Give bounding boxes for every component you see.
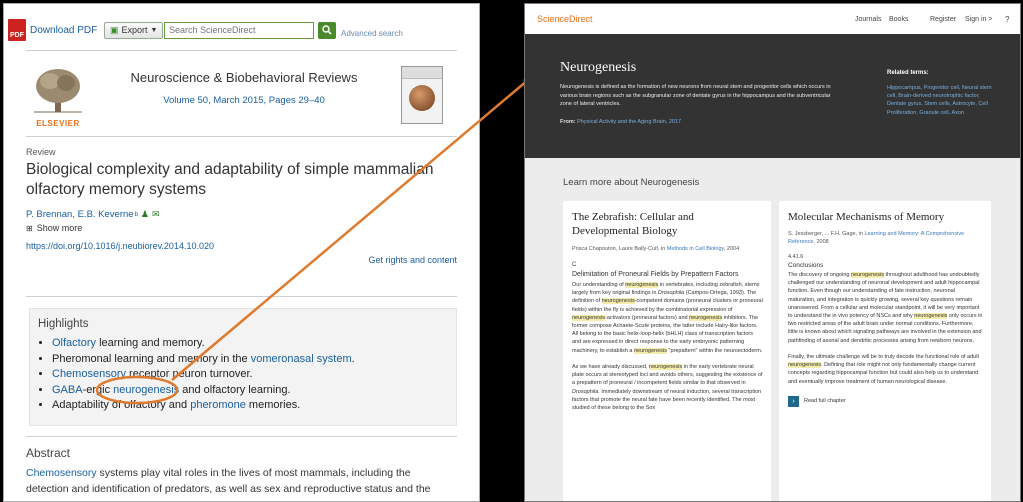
card-subheading: Conclusions: [788, 262, 824, 269]
highlight-item: Chemosensory receptor neuron turnover.: [52, 367, 456, 383]
card-title[interactable]: Molecular Mechanisms of Memory: [788, 210, 983, 224]
journal-cover-image[interactable]: [401, 66, 443, 124]
highlight-item: Pheromonal learning and memory in the vo…: [52, 352, 456, 368]
export-label: Export: [121, 25, 148, 35]
gaba-link[interactable]: GABA: [52, 384, 83, 396]
article-page-screenshot: PDF Download PDF ▣Export▼ Advanced searc…: [3, 3, 480, 502]
card-section: 4.41.6: [788, 254, 804, 260]
chapter-card-memory: Molecular Mechanisms of Memory S. Jessbe…: [779, 201, 991, 501]
related-terms-links[interactable]: Hippocampus, Progenitor cell, Neural ste…: [887, 84, 997, 117]
search-icon: [322, 25, 332, 35]
volume-link[interactable]: Volume 50, March 2015, Pages 29–40: [99, 95, 389, 106]
article-title: Biological complexity and adaptability o…: [26, 161, 434, 198]
nav-sign-in[interactable]: Sign in >: [965, 16, 992, 23]
card-title[interactable]: The Zebrafish: Cellular and Developmenta…: [572, 210, 763, 238]
card-excerpt: The discovery of ongoing neurogenesis th…: [788, 272, 983, 385]
neurogenesis-link[interactable]: neurogenesis: [113, 384, 179, 396]
read-full-chapter-label: Read full chapter: [804, 398, 846, 405]
email-icon[interactable]: ✉: [152, 209, 160, 220]
nav-books[interactable]: Books: [889, 16, 908, 23]
topic-definition: Neurogenesis is defined as the formation…: [560, 84, 831, 107]
abstract-text: Chemosensory systems play vital roles in…: [26, 467, 431, 495]
abstract-heading: Abstract: [26, 446, 71, 460]
definition-source: From: Physical Activity and the Aging Br…: [560, 119, 682, 125]
elsevier-logo: ELSEVIER: [30, 66, 86, 128]
download-pdf-link[interactable]: PDF Download PDF: [8, 18, 97, 42]
topic-page-screenshot: ScienceDirect Journals Books Register Si…: [524, 3, 1021, 502]
highlights-box: Highlights Olfactory learning and memory…: [29, 308, 457, 426]
advanced-search-link[interactable]: Advanced search: [341, 29, 403, 38]
divider: [26, 136, 457, 137]
journal-title[interactable]: Neuroscience & Biobehavioral Reviews: [99, 70, 389, 85]
vomeronasal-link[interactable]: vomeronasal system: [251, 353, 352, 365]
chemosensory-abstract-link[interactable]: Chemosensory: [26, 467, 97, 479]
chapter-card-zebrafish: The Zebrafish: Cellular and Developmenta…: [563, 201, 771, 501]
search-input[interactable]: [164, 21, 314, 39]
card-authors: S. Jessberger, ... F.H. Gage, in Learnin…: [788, 231, 965, 245]
card-excerpt: Our understanding of neurogenesis in ver…: [572, 282, 763, 412]
author-list[interactable]: P. Brennan, E.B. Keverne: [26, 209, 134, 220]
sciencedirect-logo[interactable]: ScienceDirect: [537, 14, 593, 24]
highlights-heading: Highlights: [38, 318, 89, 330]
pdf-icon: PDF: [8, 19, 26, 41]
plus-icon: ⊞: [26, 223, 33, 233]
top-nav: ScienceDirect Journals Books Register Si…: [525, 4, 1020, 34]
chevron-down-icon: ▼: [150, 26, 158, 34]
card-section: C: [572, 262, 577, 268]
card-subheading: Delimitation of Proneural Fields by Prep…: [572, 271, 739, 278]
show-more-toggle[interactable]: ⊞ Show more: [26, 223, 82, 233]
search-button[interactable]: [318, 21, 336, 39]
read-full-chapter-link[interactable]: › Read full chapter: [788, 395, 983, 407]
chemosensory-link[interactable]: Chemosensory: [52, 368, 126, 380]
highlight-item: GABA-ergic neurogenesis and olfactory le…: [52, 383, 456, 399]
card-authors: Prisca Chapouton, Laure Bally-Cuif, in M…: [572, 246, 740, 252]
highlight-item: Olfactory learning and memory.: [52, 336, 456, 352]
nav-register[interactable]: Register: [930, 16, 956, 23]
divider: [26, 50, 457, 51]
related-terms-heading: Related terms:: [887, 70, 929, 76]
chevron-right-icon: ›: [788, 395, 799, 407]
authors: P. Brennan, E.B. Keverne b ♟ ✉: [26, 209, 160, 220]
card-source-link[interactable]: Methods in Cell Biology: [667, 246, 724, 252]
learn-more-heading: Learn more about Neurogenesis: [563, 177, 700, 188]
get-rights-link[interactable]: Get rights and content: [368, 255, 457, 265]
doi-link[interactable]: https://doi.org/10.1016/j.neubiorev.2014…: [26, 241, 214, 251]
topic-title: Neurogenesis: [560, 60, 637, 75]
show-more-label: Show more: [36, 223, 83, 233]
article-type: Review: [26, 147, 56, 157]
download-pdf-label: Download PDF: [30, 24, 98, 36]
person-icon[interactable]: ♟: [141, 209, 149, 220]
help-icon[interactable]: ?: [1005, 15, 1009, 24]
highlight-item: Adaptability of olfactory and pheromone …: [52, 398, 456, 414]
pheromone-link[interactable]: pheromone: [190, 399, 246, 411]
source-link[interactable]: Physical Activity and the Aging Brain, 2…: [577, 119, 681, 125]
export-button[interactable]: ▣ Export ▼: [104, 18, 164, 42]
topic-header: Neurogenesis Neurogenesis is defined as …: [525, 34, 1020, 158]
nav-journals[interactable]: Journals: [855, 16, 881, 23]
divider: [26, 436, 457, 437]
olfactory-link[interactable]: Olfactory: [52, 337, 96, 349]
export-icon: ▣: [110, 24, 119, 35]
divider: [26, 296, 457, 297]
